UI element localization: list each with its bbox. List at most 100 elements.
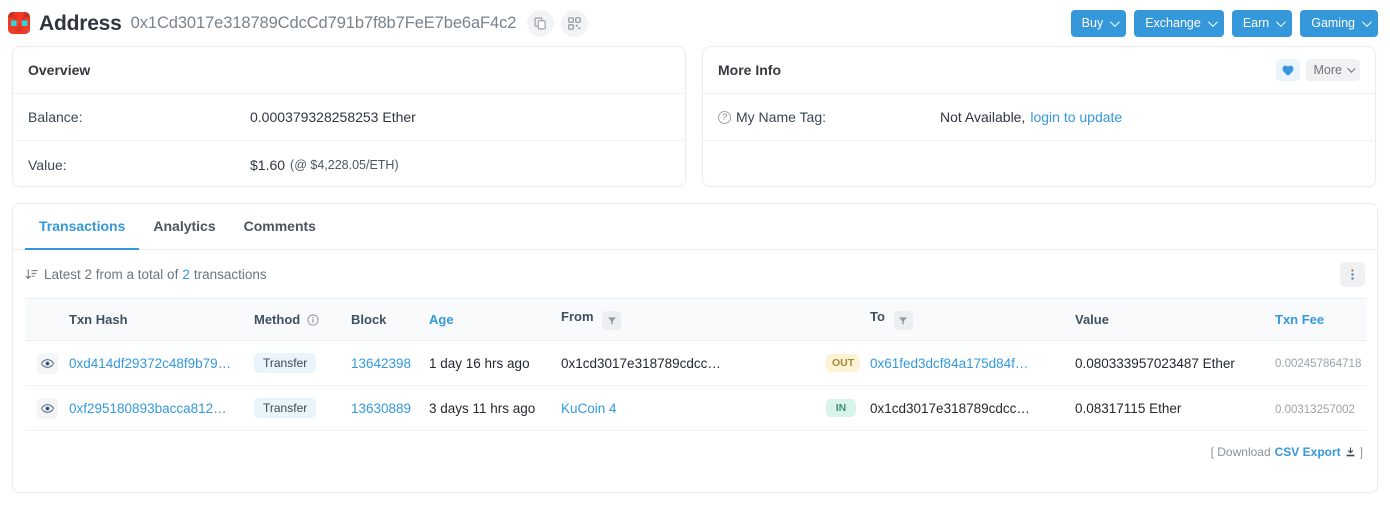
table-options-button[interactable] [1340,261,1365,287]
txn-hash-link[interactable]: 0xd414df29372c48f9b79… [69,356,231,371]
copy-address-button[interactable] [527,9,555,37]
cell-method: Transfer [254,385,351,431]
tab-comments-label: Comments [243,218,316,234]
from-address-link[interactable]: KuCoin 4 [561,401,617,416]
gaming-button[interactable]: Gaming [1300,9,1378,37]
sort-descending-icon[interactable] [25,268,38,281]
txn-hash-link[interactable]: 0xf295180893bacca812… [69,401,227,416]
table-row: 0xd414df29372c48f9b79… Transfer 13642398… [25,340,1367,386]
cell-txn-hash: 0xf295180893bacca812… [69,385,254,431]
transactions-table: Txn Hash Method Block Age From To Value … [25,298,1367,431]
col-txn-fee[interactable]: Txn Fee [1275,298,1367,341]
blockie-identicon [8,12,30,34]
more-info-card-header: More Info More [703,47,1375,94]
value-label: Value: [28,156,67,173]
page-header: Address 0x1Cd3017e318789CdcCd791b7f8b7Fe… [0,0,1390,46]
from-filter-button[interactable] [602,311,622,331]
col-age[interactable]: Age [429,298,561,341]
col-block-label: Block [351,312,387,327]
summary-panels: Overview Balance: 0.000379328258253 Ethe… [0,46,1390,187]
col-from: From [561,298,826,341]
preview-transaction-button[interactable] [36,352,58,374]
balance-value: 0.000379328258253 Ether [250,109,416,125]
direction-badge-in: IN [826,398,856,418]
chevron-down-icon [1361,16,1372,27]
method-badge: Transfer [254,353,317,373]
cell-eye [25,385,69,431]
tab-bar: Transactions Analytics Comments [13,204,1377,250]
cell-block: 13642398 [351,340,429,386]
login-to-update-link[interactable]: login to update [1030,109,1122,125]
chevron-down-icon [1207,16,1218,27]
transactions-card: Transactions Analytics Comments Latest 2… [12,203,1378,493]
col-value-label: Value [1075,312,1109,327]
overview-balance-row: Balance: 0.000379328258253 Ether [13,94,685,141]
tab-transactions[interactable]: Transactions [25,204,140,250]
to-filter-button[interactable] [893,311,913,331]
buy-button-label: Buy [1081,16,1104,30]
more-options-label: More [1313,63,1342,77]
name-tag-label-wrap: ? My Name Tag: [718,109,940,125]
name-tag-value: Not Available, [940,109,1026,125]
col-txn-hash: Txn Hash [69,298,254,341]
cell-to: 0x61fed3dcf84a175d84f… [870,340,1075,386]
eye-icon [40,358,54,368]
exchange-button[interactable]: Exchange [1134,9,1224,37]
col-to-label: To [870,308,885,324]
question-mark-icon: ? [718,110,731,124]
cell-from: KuCoin 4 [561,385,826,431]
more-info-card-title: More Info [718,62,781,78]
buy-button[interactable]: Buy [1070,9,1127,37]
method-badge: Transfer [254,398,317,418]
block-link[interactable]: 13642398 [351,356,411,371]
cell-txn-fee: 0.00313257002 [1275,385,1367,431]
gaming-button-label: Gaming [1311,16,1355,30]
info-circle-icon[interactable] [307,314,319,326]
count-suffix: transactions [193,266,267,282]
overview-card-title: Overview [13,47,685,94]
more-info-empty-row [703,141,1375,188]
tab-comments[interactable]: Comments [230,204,330,250]
cell-eye [25,340,69,386]
chevron-down-icon [1110,16,1121,27]
chevron-down-icon [1347,64,1356,73]
download-close-bracket: ] [1359,445,1363,459]
to-address-link[interactable]: 0x61fed3dcf84a175d84f… [870,356,1028,371]
fee-text: 0.00313257002 [1275,403,1355,416]
preview-transaction-button[interactable] [36,397,58,419]
cell-age: 3 days 11 hrs ago [429,385,561,431]
more-info-card: More Info More ? My Name Tag: Not Availa… [702,46,1376,187]
earn-button[interactable]: Earn [1231,9,1293,37]
tab-analytics[interactable]: Analytics [139,204,229,250]
overview-card: Overview Balance: 0.000379328258253 Ethe… [12,46,686,187]
col-method-label: Method [254,312,301,327]
filter-icon [899,317,908,325]
download-icon[interactable] [1345,446,1356,458]
address-value: 0x1Cd3017e318789CdcCd791b7f8b7FeE7be6aF4… [130,13,517,32]
col-direction [826,298,870,341]
copy-icon [534,17,547,29]
cell-method: Transfer [254,340,351,386]
total-transactions-link[interactable]: 2 [182,267,190,282]
show-qr-code-button[interactable] [561,9,589,37]
cell-direction: IN [826,385,870,431]
col-age-label: Age [429,312,454,327]
more-vertical-icon [1351,268,1354,280]
more-options-button[interactable]: More [1305,59,1360,81]
direction-badge-out: OUT [826,353,861,373]
watchlist-heart-button[interactable] [1275,59,1300,81]
table-footer: [ Download CSV Export ] [13,431,1377,473]
filter-icon [607,317,616,325]
value-amount: $1.60 [250,156,286,173]
value-text: 0.08317115 Ether [1075,400,1182,416]
from-address: 0x1cd3017e318789cdcc… [561,355,721,371]
col-value: Value [1075,298,1275,341]
name-tag-label: My Name Tag: [736,109,826,125]
block-link[interactable]: 13630889 [351,401,411,416]
balance-label: Balance: [28,109,83,125]
heart-icon [1282,65,1293,76]
page-title: Address [39,11,122,35]
table-header-row: Txn Hash Method Block Age From To Value … [25,298,1367,341]
csv-export-link[interactable]: CSV Export [1275,445,1341,459]
cell-age: 1 day 16 hrs ago [429,340,561,386]
